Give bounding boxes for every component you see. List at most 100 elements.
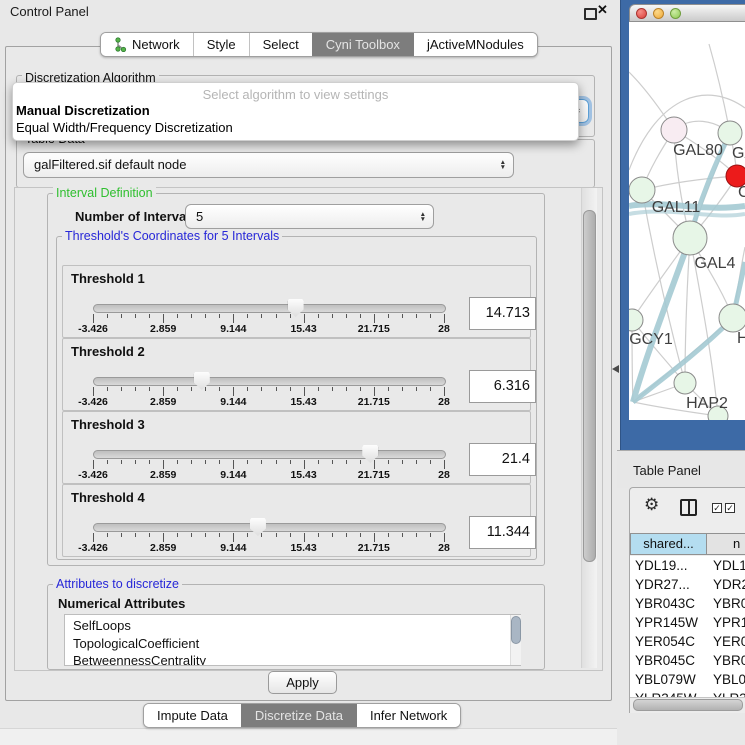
tab-infer-network[interactable]: Infer Network [356,704,460,727]
dropdown-option-manual-discretization[interactable]: Manual Discretization [16,103,150,118]
gear-icon[interactable]: ⚙ [644,495,659,515]
checkbox-icon[interactable]: ✓ [712,503,722,513]
threshold-label: Threshold 2 [71,344,145,359]
node-label: GA [732,145,745,162]
list-item[interactable]: SelfLoops [65,617,520,635]
thresholds-group-label: Threshold's Coordinates for 5 Intervals [62,229,282,243]
slider-track[interactable] [93,523,446,532]
tab-label: jActiveMNodules [427,37,524,52]
tab-style[interactable]: Style [193,33,249,56]
split-columns-icon[interactable] [680,499,697,516]
list-scrollbar-thumb[interactable] [511,616,521,644]
list-item[interactable]: TopologicalCoefficient [65,635,520,653]
close-icon[interactable]: ✕ [597,2,608,18]
table-row[interactable]: YBR043CYBR0 [630,594,745,613]
network-node-gal4[interactable] [673,221,707,255]
threshold-slider[interactable]: -3.4262.8599.14415.4321.71528 [93,445,444,483]
threshold-value-field[interactable]: 14.713 [469,297,536,330]
mouse-cursor [612,365,619,373]
number-of-intervals-label: Number of Intervals [75,209,197,224]
tab-network[interactable]: Network [101,33,193,56]
table-row[interactable]: YBL079WYBL0 [630,670,745,689]
network-canvas[interactable]: GAL80 GA C GAL11 GAL4 GCY1 H HAP2 [629,22,745,420]
zoom-traffic-light-icon[interactable] [670,8,681,19]
threshold-value-field[interactable]: 21.4 [469,443,536,476]
tab-label: Cyni Toolbox [326,37,400,52]
number-of-intervals-combobox[interactable]: 5 ▲▼ [185,204,434,229]
slider-track[interactable] [93,450,446,459]
number-of-intervals-value: 5 [196,205,411,228]
slider-track[interactable] [93,377,446,386]
table-row[interactable]: YER054CYER0 [630,632,745,651]
top-tab-bar: Network Style Select Cyni Toolbox jActiv… [100,32,538,57]
tab-label: Network [132,37,180,52]
node-label: GAL80 [673,142,723,159]
panel-title: Control Panel [10,4,89,19]
network-node[interactable] [719,304,745,332]
bottom-strip [0,728,617,745]
node-label: GAL11 [652,199,701,216]
table-panel-title: Table Panel [633,463,701,478]
dropdown-option-equal-width[interactable]: Equal Width/Frequency Discretization [16,120,233,135]
table-panel-header: Table Panel [617,450,745,488]
node-label: C [738,184,745,201]
threshold-label: Threshold 3 [71,417,145,432]
node-label: H [737,330,745,347]
dropdown-hint-text: Select algorithm to view settings [13,87,578,102]
threshold-value-field[interactable]: 11.344 [469,516,536,549]
list-item[interactable]: BetweennessCentrality [65,652,520,666]
threshold-value-field[interactable]: 6.316 [469,370,536,403]
threshold-label: Threshold 4 [71,490,145,505]
threshold-label: Threshold 1 [71,271,145,286]
slider-tick-labels: -3.4262.8599.14415.4321.71528 [93,323,444,335]
table-row[interactable]: YDL19...YDL1 [630,556,745,575]
threshold-slider[interactable]: -3.4262.8599.14415.4321.71528 [93,518,444,556]
slider-track[interactable] [93,304,446,313]
node-label: HAP2 [686,395,728,412]
threshold-panel: Threshold 2 -3.4262.8599.14415.4321.7152… [62,338,531,411]
close-traffic-light-icon[interactable] [636,8,647,19]
threshold-panel: Threshold 4 -3.4262.8599.14415.4321.7152… [62,484,531,557]
slider-tick-labels: -3.4262.8599.14415.4321.71528 [93,469,444,481]
tab-label: Impute Data [157,708,228,723]
threshold-slider[interactable]: -3.4262.8599.14415.4321.71528 [93,299,444,337]
numerical-attributes-list[interactable]: SelfLoopsTopologicalCoefficientBetweenne… [64,614,521,666]
column-header-shared-name[interactable]: shared... [630,533,707,555]
table-body: YDL19...YDL1YDR27...YDR2YBR043CYBR0YPR14… [630,556,745,713]
table-header-row: shared... n [630,533,745,555]
slider-tick-labels: -3.4262.8599.14415.4321.71528 [93,542,444,554]
checkbox-icon[interactable]: ✓ [725,503,735,513]
tab-cyni-toolbox[interactable]: Cyni Toolbox [312,33,413,56]
network-node-hap2[interactable] [674,372,696,394]
interval-definition-label: Interval Definition [53,186,156,200]
bottom-tab-bar: Impute Data Discretize Data Infer Networ… [143,703,461,728]
vertical-scrollbar-thumb[interactable] [583,210,596,562]
tab-discretize-data[interactable]: Discretize Data [241,704,356,727]
table-data-combobox-value: galFiltered.sif default node [34,153,491,177]
slider-tick-labels: -3.4262.8599.14415.4321.71528 [93,396,444,408]
table-row[interactable]: YDR27...YDR2 [630,575,745,594]
column-header-name[interactable]: n [707,533,745,555]
table-row[interactable]: YPR145WYPR1 [630,613,745,632]
node-label: GCY1 [629,331,673,348]
table-data-combobox[interactable]: galFiltered.sif default node ▲▼ [23,152,514,178]
minimize-traffic-light-icon[interactable] [653,8,664,19]
tab-label: Style [207,37,236,52]
table-row[interactable]: YBR045CYBR0 [630,651,745,670]
horizontal-scrollbar-thumb[interactable] [633,699,743,711]
tab-jactivemnodules[interactable]: jActiveMNodules [413,33,537,56]
tab-label: Select [263,37,299,52]
app-window: { "header": { "title": "Control Panel" }… [0,0,745,745]
attributes-group-label: Attributes to discretize [53,577,182,591]
network-node-gcy1[interactable] [629,309,643,331]
float-window-icon[interactable] [584,8,597,20]
apply-button[interactable]: Apply [268,671,337,694]
tab-impute-data[interactable]: Impute Data [144,704,241,727]
network-node-gal80[interactable] [661,117,687,143]
threshold-panel: Threshold 3 -3.4262.8599.14415.4321.7152… [62,411,531,484]
tab-select[interactable]: Select [249,33,312,56]
tab-label: Infer Network [370,708,447,723]
threshold-slider[interactable]: -3.4262.8599.14415.4321.71528 [93,372,444,410]
combo-stepper-icon: ▲▼ [420,212,426,222]
network-icon [114,37,127,52]
